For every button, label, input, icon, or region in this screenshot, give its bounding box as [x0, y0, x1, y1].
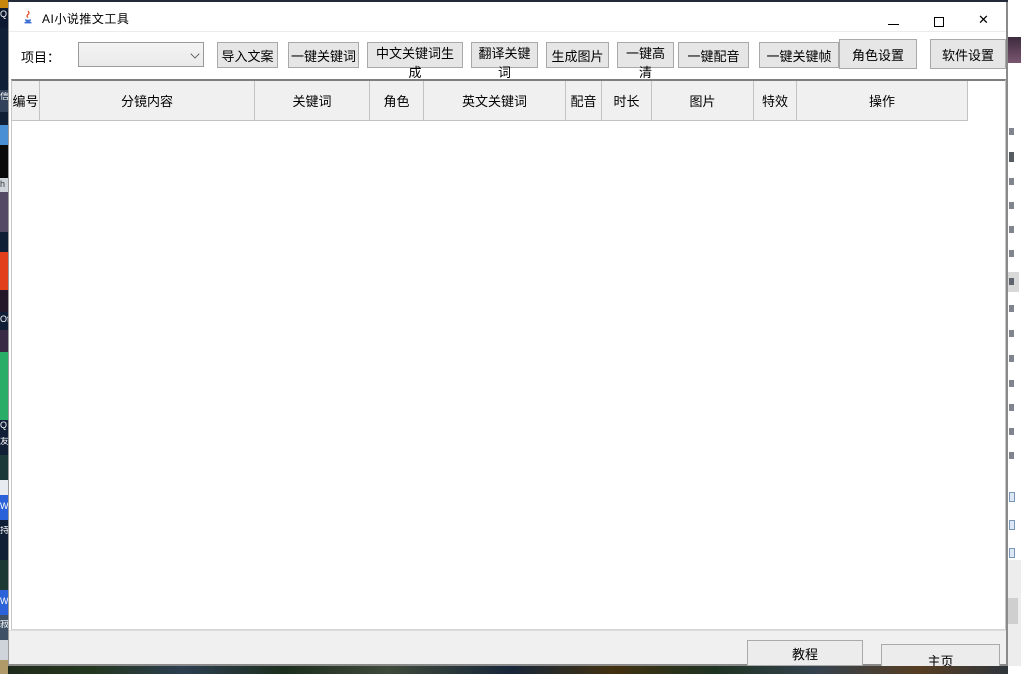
one-click-keywords-button[interactable]: 一键关键词 — [288, 42, 359, 68]
project-label: 项目： — [21, 47, 60, 66]
close-icon: ✕ — [961, 13, 1006, 28]
java-app-icon — [21, 10, 35, 24]
table-header-row: 编号 分镜内容 关键词 角色 英文关键词 配音 时长 图片 特效 操作 — [12, 81, 1005, 121]
desktop-text-fragment: W — [0, 597, 8, 606]
icon-fragment — [1009, 520, 1015, 530]
column-header-filler — [968, 81, 1005, 121]
desktop-icon-fragment — [0, 252, 8, 290]
desktop-icon-fragment — [0, 352, 8, 420]
desktop-text-fragment: Q — [0, 10, 8, 19]
one-click-hd-button[interactable]: 一键高清 — [617, 42, 674, 68]
desktop-icon-fragment — [0, 660, 8, 674]
desktop-icon-fragment — [0, 560, 8, 590]
software-settings-button[interactable]: 软件设置 — [930, 39, 1006, 69]
desktop-edge-left: Q 信 h Of Q 友 W 持 W 寂 — [0, 0, 8, 674]
desktop-text-fragment: h — [0, 180, 8, 189]
desktop-text-fragment: Of — [0, 315, 8, 324]
desktop-text-fragment: W — [0, 502, 8, 511]
app-window: AI小说推文工具 ✕ 项目： 导入文案 一键关键词 中文关键词生成 翻译关键词 … — [8, 2, 1008, 666]
desktop-icon-fragment — [0, 125, 8, 145]
column-header-image[interactable]: 图片 — [652, 81, 754, 121]
desktop-icon-fragment — [0, 0, 8, 8]
translate-keywords-button[interactable]: 翻译关键词 — [471, 42, 538, 68]
column-header-duration[interactable]: 时长 — [602, 81, 652, 121]
column-header-effects[interactable]: 特效 — [754, 81, 797, 121]
desktop-icon-fragment — [0, 640, 8, 660]
column-header-content[interactable]: 分镜内容 — [40, 81, 255, 121]
icon-fragment — [1009, 492, 1015, 502]
desktop-icon-fragment — [0, 145, 8, 178]
desktop-icon-fragment — [0, 330, 8, 352]
generate-images-button[interactable]: 生成图片 — [546, 42, 609, 68]
column-header-number[interactable]: 编号 — [12, 81, 40, 121]
desktop-icon-fragment — [0, 290, 8, 312]
close-button[interactable]: ✕ — [961, 2, 1006, 32]
text-fragment-mark — [1009, 452, 1014, 459]
background-window-fragment — [1008, 598, 1018, 624]
text-fragment-mark — [1009, 380, 1014, 387]
text-fragment-mark — [1009, 178, 1014, 185]
column-header-english-keywords[interactable]: 英文关键词 — [424, 81, 566, 121]
column-header-role[interactable]: 角色 — [370, 81, 424, 121]
background-window-fragment — [1008, 37, 1021, 63]
text-fragment-mark — [1009, 428, 1014, 435]
desktop-icon-fragment — [0, 192, 8, 232]
desktop-text-fragment: 信 — [0, 92, 8, 101]
text-fragment-mark — [1009, 278, 1014, 285]
text-fragment-mark — [1009, 250, 1014, 257]
maximize-icon — [934, 17, 944, 27]
text-fragment-mark — [1009, 404, 1014, 411]
text-fragment-mark — [1009, 128, 1014, 135]
desktop-text-fragment: 持 — [0, 526, 8, 535]
window-title: AI小说推文工具 — [42, 10, 129, 27]
text-fragment-mark — [1009, 152, 1014, 162]
minimize-button[interactable] — [871, 2, 916, 32]
desktop-icon-fragment — [0, 455, 8, 480]
table-body-viewport — [12, 121, 1005, 629]
project-select[interactable] — [78, 42, 204, 67]
one-click-keyframe-button[interactable]: 一键关键帧 — [759, 42, 839, 68]
one-click-dubbing-button[interactable]: 一键配音 — [678, 42, 749, 68]
desktop-text-fragment: 友 — [0, 437, 8, 446]
maximize-button[interactable] — [916, 2, 961, 32]
titlebar: AI小说推文工具 ✕ — [9, 2, 1006, 32]
minimize-icon — [888, 24, 899, 25]
column-header-actions[interactable]: 操作 — [797, 81, 968, 121]
desktop-edge-right — [1008, 0, 1021, 674]
text-fragment-mark — [1009, 355, 1014, 362]
column-header-dubbing[interactable]: 配音 — [566, 81, 602, 121]
text-fragment-mark — [1009, 330, 1014, 337]
column-header-keywords[interactable]: 关键词 — [255, 81, 370, 121]
toolbar: 项目： 导入文案 一键关键词 中文关键词生成 翻译关键词 生成图片 一键高清 一… — [9, 33, 1006, 79]
desktop-text-fragment: 寂 — [0, 620, 8, 629]
text-fragment-mark — [1009, 202, 1014, 209]
text-fragment-mark — [1009, 226, 1014, 233]
text-fragment-mark — [1009, 305, 1014, 312]
footer-bar: 教程 主页 — [9, 630, 1006, 664]
character-settings-button[interactable]: 角色设置 — [839, 39, 917, 69]
tutorial-button[interactable]: 教程 — [747, 640, 863, 666]
icon-fragment — [1009, 548, 1015, 558]
chinese-keywords-generate-button[interactable]: 中文关键词生成 — [367, 42, 463, 68]
desktop-bottom-edge — [0, 666, 1021, 674]
import-script-button[interactable]: 导入文案 — [217, 42, 278, 68]
desktop-top-edge — [0, 0, 1021, 2]
desktop-text-fragment: Q — [0, 421, 8, 430]
desktop-icon-fragment — [0, 480, 8, 495]
storyboard-table: 编号 分镜内容 关键词 角色 英文关键词 配音 时长 图片 特效 操作 — [11, 79, 1006, 630]
